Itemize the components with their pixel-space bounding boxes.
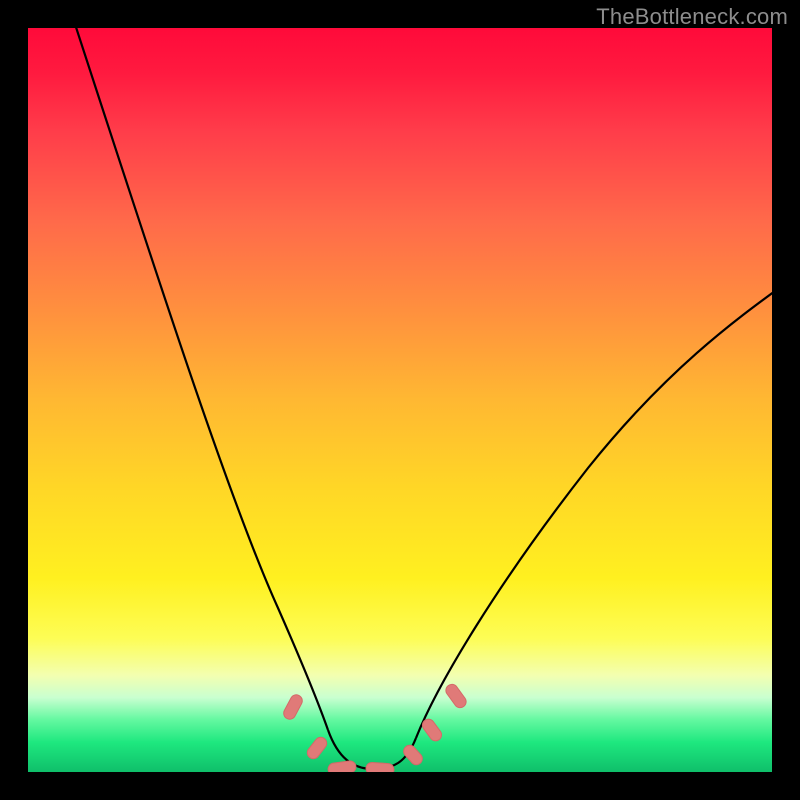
marker-4 (366, 762, 395, 772)
marker-5 (401, 743, 425, 767)
bottleneck-curve-left (73, 28, 328, 730)
plot-area (28, 28, 772, 772)
marker-3 (327, 760, 356, 772)
bottleneck-curve-right (416, 283, 772, 738)
chart-frame: TheBottleneck.com (0, 0, 800, 800)
marker-2 (305, 735, 329, 761)
watermark-text: TheBottleneck.com (596, 4, 788, 30)
marker-7 (444, 682, 469, 710)
curve-layer (28, 28, 772, 772)
marker-1 (282, 693, 305, 722)
marker-group (282, 682, 469, 772)
